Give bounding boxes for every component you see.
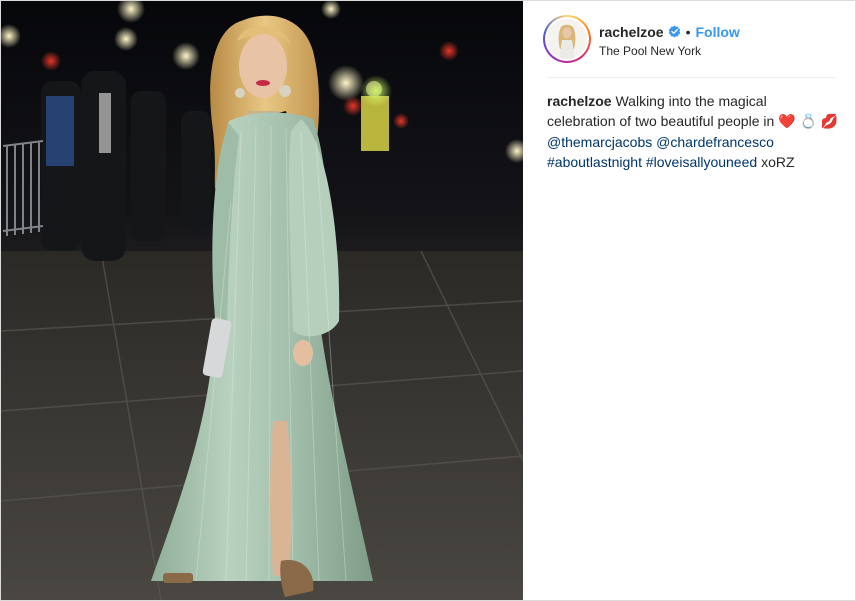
user-block: rachelzoe • Follow The Pool New York [599,22,740,59]
heart-emoji: ❤️ [778,114,796,130]
caption-signoff: xoRZ [761,154,795,170]
hashtag-loveisallyouneed[interactable]: #loveisallyouneed [646,154,757,170]
header-divider [547,77,835,78]
avatar[interactable] [543,15,591,63]
location-link[interactable]: The Pool New York [599,44,740,58]
username-link[interactable]: rachelzoe [599,24,664,40]
verified-badge-icon [668,25,681,38]
follow-button[interactable]: Follow [696,24,740,40]
ring-emoji: 💍 [799,114,817,130]
separator-dot: • [685,23,691,40]
avatar-image [547,19,587,59]
hashtag-aboutlastnight[interactable]: #aboutlastnight [547,154,642,170]
post-photo[interactable] [1,1,523,600]
post-header: rachelzoe • Follow The Pool New York [523,1,855,77]
instagram-post: rachelzoe • Follow The Pool New York rac… [0,0,856,601]
mention-chardefrancesco[interactable]: @chardefrancesco [656,134,774,150]
lips-emoji: 💋 [820,114,839,130]
caption-username[interactable]: rachelzoe [547,93,612,109]
mention-themarcjacobs[interactable]: @themarcjacobs [547,134,652,150]
post-caption: rachelzoe Walking into the magical celeb… [547,91,839,172]
post-side-panel: rachelzoe • Follow The Pool New York rac… [523,1,855,600]
photo-scene [1,1,523,600]
